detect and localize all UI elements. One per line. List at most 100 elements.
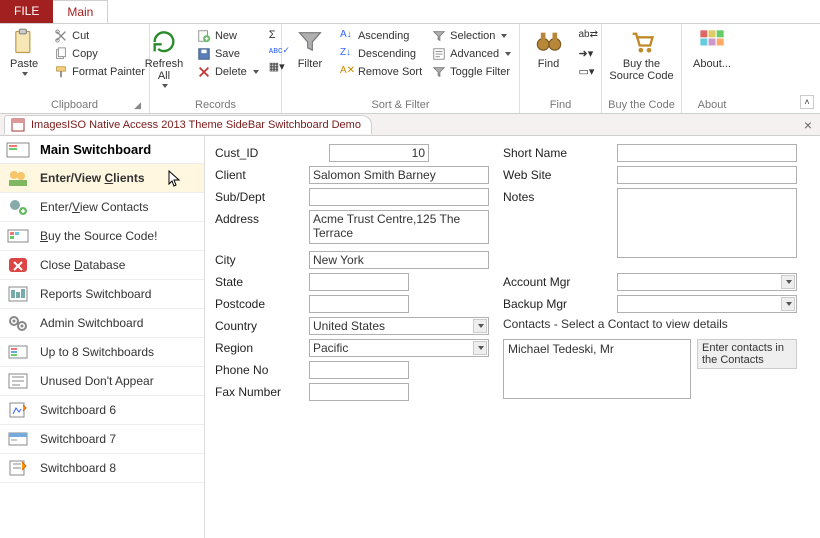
sort-asc-button[interactable]: A↓ Ascending bbox=[338, 28, 424, 44]
remove-sort-button[interactable]: A✕ Remove Sort bbox=[338, 64, 424, 80]
tab-file[interactable]: FILE bbox=[0, 0, 53, 23]
sidebar-item-icon bbox=[6, 342, 30, 362]
binoculars-icon bbox=[535, 28, 563, 56]
sidebar-title: Main Switchboard bbox=[0, 136, 204, 164]
sidebar-item-8[interactable]: Switchboard 6 bbox=[0, 396, 204, 425]
about-button[interactable]: About... bbox=[687, 28, 737, 70]
remove-sort-icon: A✕ bbox=[340, 65, 354, 79]
tab-main[interactable]: Main bbox=[53, 0, 108, 23]
contacts-hint: Enter contacts in the Contacts bbox=[697, 339, 797, 369]
label-state: State bbox=[215, 273, 295, 291]
contacts-list[interactable]: Michael Tedeski, Mr bbox=[503, 339, 691, 399]
buy-source-button[interactable]: Buy the Source Code bbox=[607, 28, 677, 82]
phone-field[interactable] bbox=[309, 361, 409, 379]
sort-desc-icon: Z↓ bbox=[340, 47, 354, 61]
replace-button[interactable]: ab⇄ bbox=[577, 28, 595, 44]
web-site-field[interactable] bbox=[617, 166, 797, 184]
find-button[interactable]: Find bbox=[527, 28, 571, 70]
sidebar-item-label: Close Database bbox=[40, 258, 125, 272]
client-form: Cust_ID Short Name Client Web Site Sub/D… bbox=[205, 136, 820, 538]
advanced-filter-button[interactable]: Advanced bbox=[430, 46, 513, 62]
label-city: City bbox=[215, 251, 295, 269]
sidebar-item-icon bbox=[6, 197, 30, 217]
color-grid-icon bbox=[698, 28, 726, 56]
save-record-button[interactable]: Save bbox=[195, 46, 261, 62]
sidebar-item-label: Admin Switchboard bbox=[40, 316, 143, 330]
client-field[interactable] bbox=[309, 166, 489, 184]
label-short-name: Short Name bbox=[503, 144, 603, 162]
sidebar-item-label: Switchboard 7 bbox=[40, 432, 116, 446]
sidebar-item-0[interactable]: Enter/View Clients bbox=[0, 164, 204, 193]
funnel-icon bbox=[296, 28, 324, 56]
chevron-down-icon bbox=[253, 70, 259, 74]
goto-button[interactable]: ➜▾ bbox=[577, 46, 595, 62]
backup-mgr-select[interactable] bbox=[617, 295, 797, 313]
cust-id-field[interactable] bbox=[329, 144, 429, 162]
sidebar-item-label: Switchboard 8 bbox=[40, 461, 116, 475]
collapse-ribbon-button[interactable]: ˄ bbox=[800, 95, 814, 109]
sidebar-item-1[interactable]: Enter/View Contacts bbox=[0, 193, 204, 222]
sidebar-item-label: Up to 8 Switchboards bbox=[40, 345, 154, 359]
sort-desc-button[interactable]: Z↓ Descending bbox=[338, 46, 424, 62]
paste-icon bbox=[10, 28, 38, 56]
city-field[interactable] bbox=[309, 251, 489, 269]
sidebar-item-label: Unused Don't Appear bbox=[40, 374, 154, 388]
account-mgr-select[interactable] bbox=[617, 273, 797, 291]
state-field[interactable] bbox=[309, 273, 409, 291]
toggle-filter-button[interactable]: Toggle Filter bbox=[430, 64, 513, 80]
sidebar-item-7[interactable]: Unused Don't Appear bbox=[0, 367, 204, 396]
sidebar-item-10[interactable]: Switchboard 8 bbox=[0, 454, 204, 483]
cut-button[interactable]: Cut bbox=[52, 28, 147, 44]
sidebar-item-6[interactable]: Up to 8 Switchboards bbox=[0, 338, 204, 367]
address-field[interactable]: Acme Trust Centre,125 The Terrace bbox=[309, 210, 489, 244]
new-record-button[interactable]: New bbox=[195, 28, 261, 44]
sidebar-item-icon bbox=[6, 226, 30, 246]
replace-icon: ab⇄ bbox=[579, 29, 593, 43]
sidebar-item-3[interactable]: Close Database bbox=[0, 251, 204, 280]
fax-field[interactable] bbox=[309, 383, 409, 401]
notes-field[interactable] bbox=[617, 188, 797, 258]
select-icon: ▭▾ bbox=[579, 65, 593, 79]
delete-record-button[interactable]: Delete bbox=[195, 64, 261, 80]
paste-button[interactable]: Paste bbox=[2, 28, 46, 76]
region-select[interactable] bbox=[309, 339, 489, 357]
close-document-button[interactable]: × bbox=[804, 117, 812, 133]
sidebar-item-label: Switchboard 6 bbox=[40, 403, 116, 417]
sort-asc-icon: A↓ bbox=[340, 29, 354, 43]
new-icon bbox=[197, 29, 211, 43]
select-button[interactable]: ▭▾ bbox=[577, 64, 595, 80]
sidebar-item-2[interactable]: Buy the Source Code! bbox=[0, 222, 204, 251]
switchboard-icon bbox=[6, 140, 30, 160]
sidebar-item-label: Enter/View Contacts bbox=[40, 200, 149, 214]
group-label-buycode: Buy the Code bbox=[608, 97, 675, 111]
short-name-field[interactable] bbox=[617, 144, 797, 162]
sidebar-item-label: Reports Switchboard bbox=[40, 287, 151, 301]
cart-icon bbox=[628, 28, 656, 56]
dialog-launcher-icon[interactable]: ◢ bbox=[134, 100, 141, 111]
toggle-filter-icon bbox=[432, 65, 446, 79]
selection-filter-button[interactable]: Selection bbox=[430, 28, 513, 44]
refresh-all-button[interactable]: Refresh All bbox=[139, 28, 189, 88]
copy-button[interactable]: Copy bbox=[52, 46, 147, 62]
sidebar-item-9[interactable]: Switchboard 7 bbox=[0, 425, 204, 454]
group-label-sortfilter: Sort & Filter bbox=[288, 97, 513, 111]
country-select[interactable] bbox=[309, 317, 489, 335]
format-painter-button[interactable]: Format Painter bbox=[52, 64, 147, 80]
sidebar-item-icon bbox=[6, 255, 30, 275]
sub-dept-field[interactable] bbox=[309, 188, 489, 206]
label-country: Country bbox=[215, 317, 295, 335]
postcode-field[interactable] bbox=[309, 295, 409, 313]
sidebar-item-4[interactable]: Reports Switchboard bbox=[0, 280, 204, 309]
chevron-down-icon bbox=[162, 84, 168, 88]
chevron-down-icon bbox=[22, 72, 28, 76]
label-account-mgr: Account Mgr bbox=[503, 273, 603, 291]
document-tab[interactable]: ImagesISO Native Access 2013 Theme SideB… bbox=[4, 115, 372, 134]
ribbon: Paste Cut Copy Format Painter Clipboa bbox=[0, 24, 820, 114]
filter-button[interactable]: Filter bbox=[288, 28, 332, 70]
sidebar-item-icon bbox=[6, 429, 30, 449]
goto-icon: ➜▾ bbox=[579, 47, 593, 61]
sidebar: Main Switchboard Enter/View Clients Enter… bbox=[0, 136, 205, 538]
cursor-icon bbox=[168, 170, 182, 188]
copy-icon bbox=[54, 47, 68, 61]
sidebar-item-5[interactable]: Admin Switchboard bbox=[0, 309, 204, 338]
